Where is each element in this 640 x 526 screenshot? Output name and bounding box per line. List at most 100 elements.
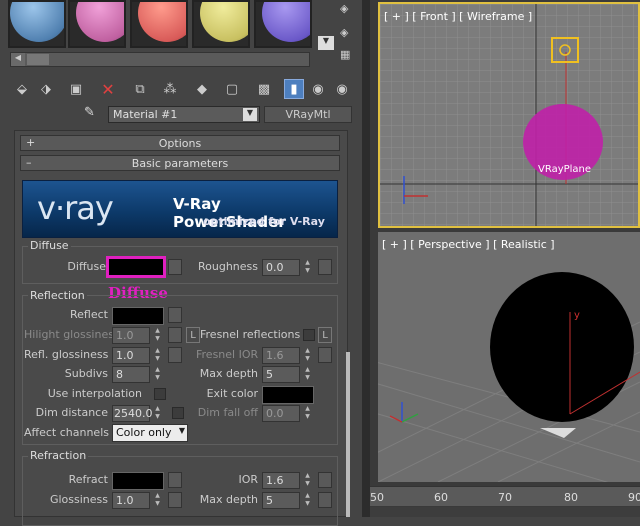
refl-max-depth-label: Max depth (199, 367, 258, 380)
dim-fall-off-spinner[interactable]: ▲ ▼ (302, 405, 313, 422)
rollout-collapse-sign: – (26, 156, 32, 169)
refl-max-depth-spinner[interactable]: ▲ ▼ (302, 366, 313, 383)
refract-map-button[interactable] (168, 472, 182, 488)
go-forward-icon[interactable]: ◉ (332, 79, 352, 99)
refl-glossiness-spinner[interactable]: ▲ ▼ (152, 347, 163, 364)
perspective-viewport[interactable]: [ + ] [ Perspective ] [ Realistic ] y (378, 232, 640, 482)
dim-fall-off-label: Dim fall off (197, 406, 258, 419)
ior-map-button[interactable] (318, 472, 332, 488)
slot-dropdown-button[interactable]: ▼ (318, 36, 334, 50)
material-slot-3[interactable] (130, 0, 188, 48)
dim-distance-checkbox[interactable] (172, 407, 184, 419)
ior-label: IOR (238, 473, 258, 486)
roughness-input[interactable]: 0.0 (262, 259, 300, 276)
dim-distance-spinner[interactable]: ▲ ▼ (152, 405, 163, 422)
ior-spinner[interactable]: ▲ ▼ (302, 472, 313, 489)
fresnel-ior-input[interactable]: 1.6 (262, 347, 300, 364)
get-material-icon[interactable]: ⬙ (12, 79, 32, 99)
vray-logo: v·ray (37, 189, 114, 227)
refl-glossiness-map-button[interactable] (168, 347, 182, 363)
fresnel-ior-map-button[interactable] (318, 347, 332, 363)
backlight-icon[interactable]: ◈ (340, 26, 354, 40)
roughness-spinner[interactable]: ▲ ▼ (302, 259, 313, 276)
scroll-left-button[interactable]: ◀ (11, 53, 25, 66)
reflect-map-button[interactable] (168, 307, 182, 323)
material-sphere (76, 2, 124, 42)
material-name-dropdown-icon[interactable]: ▼ (243, 108, 257, 121)
banner-subtitle: optimized for V-Ray (203, 215, 325, 228)
show-map-icon[interactable]: ▩ (254, 79, 274, 99)
reflect-color-swatch[interactable] (112, 307, 164, 325)
scrollbar-thumb[interactable] (27, 54, 49, 65)
hilight-glossiness-spinner[interactable]: ▲ ▼ (152, 327, 163, 344)
refr-max-depth-spinner[interactable]: ▲ ▼ (302, 492, 313, 509)
dim-distance-label: Dim distance (35, 406, 108, 419)
rollout-basic-parameters[interactable]: – Basic parameters (20, 155, 340, 171)
front-viewport-label[interactable]: [ + ] [ Front ] [ Wireframe ] (384, 10, 532, 23)
material-slot-2[interactable] (68, 0, 126, 48)
put-to-library-icon[interactable]: ◆ (192, 79, 212, 99)
go-to-parent-icon[interactable]: ◉ (308, 79, 328, 99)
hilight-map-button[interactable] (168, 327, 182, 343)
show-end-result-icon[interactable]: ▮ (284, 79, 304, 99)
fresnel-reflections-checkbox[interactable] (303, 329, 315, 341)
rollout-options-label: Options (158, 136, 202, 150)
roughness-map-button[interactable] (318, 259, 332, 275)
material-slot-5[interactable] (254, 0, 312, 48)
material-type-button[interactable]: VRayMtl (264, 106, 352, 123)
fresnel-lock-button[interactable]: L (318, 327, 332, 343)
copy-material-icon[interactable]: ⧉ (130, 79, 150, 99)
material-slot-1[interactable] (8, 0, 66, 48)
roughness-label: Roughness (197, 260, 258, 273)
hilight-glossiness-input[interactable]: 1.0 (112, 327, 150, 344)
refr-max-depth-map-button[interactable] (318, 492, 332, 508)
diffuse-map-button[interactable] (168, 259, 182, 275)
put-to-scene-icon[interactable]: ⬗ (36, 79, 56, 99)
refract-color-swatch[interactable] (112, 472, 164, 490)
ior-input[interactable]: 1.6 (262, 472, 300, 489)
timeline-ruler[interactable]: 50 60 70 80 90 (370, 486, 640, 506)
perspective-viewport-label[interactable]: [ + ] [ Perspective ] [ Realistic ] (382, 238, 555, 251)
refl-glossiness-label: Refl. glossiness (24, 348, 109, 361)
subdivs-spinner[interactable]: ▲ ▼ (152, 366, 163, 383)
refr-glossiness-map-button[interactable] (168, 492, 182, 508)
diffuse-color-swatch[interactable] (106, 256, 166, 278)
vray-banner: v·ray V-Ray PowerShader optimized for V-… (22, 180, 338, 238)
affect-channels-select[interactable]: Color only ▼ (112, 424, 188, 442)
refr-glossiness-input[interactable]: 1.0 (112, 492, 150, 509)
reset-map-icon[interactable]: ✕ (98, 79, 118, 99)
panel-scrollbar[interactable] (346, 352, 350, 517)
front-viewport[interactable]: [ + ] [ Front ] [ Wireframe ] VRayPlane (378, 2, 640, 228)
dim-fall-off-input[interactable]: 0.0 (262, 405, 300, 422)
exit-color-swatch[interactable] (262, 386, 314, 404)
refl-glossiness-input[interactable]: 1.0 (112, 347, 150, 364)
fresnel-ior-spinner[interactable]: ▲ ▼ (302, 347, 313, 364)
dim-distance-input[interactable]: 2540.0 (112, 405, 153, 422)
timeline-tick: 60 (434, 491, 448, 504)
refl-max-depth-input[interactable]: 5 (262, 366, 300, 383)
refraction-group (22, 456, 338, 526)
hilight-lock-button[interactable]: L (186, 327, 200, 343)
refract-label: Refract (68, 473, 108, 486)
use-interpolation-checkbox[interactable] (154, 388, 166, 400)
panel-divider[interactable] (362, 0, 370, 517)
rollout-options[interactable]: + Options (20, 135, 340, 151)
refr-max-depth-label: Max depth (199, 493, 258, 506)
timeline-tick: 50 (370, 491, 384, 504)
refr-glossiness-spinner[interactable]: ▲ ▼ (152, 492, 163, 509)
viewports-area: [ + ] [ Front ] [ Wireframe ] VRayPlane (370, 0, 640, 517)
material-id-icon[interactable]: ▢ (222, 79, 242, 99)
sample-type-icon[interactable]: ◈ (340, 2, 354, 16)
background-icon[interactable]: ▦ (340, 48, 354, 62)
rollout-expand-sign: + (26, 136, 36, 149)
material-name-field[interactable]: Material #1 ▼ (108, 106, 260, 123)
make-unique-icon[interactable]: ⁂ (160, 79, 180, 99)
slot-scrollbar[interactable]: ◀ (10, 52, 310, 67)
exit-color-label: Exit color (206, 387, 258, 400)
eyedropper-icon[interactable]: ✎ (84, 105, 102, 123)
subdivs-input[interactable]: 8 (112, 366, 150, 383)
material-slot-4[interactable] (192, 0, 250, 48)
refr-max-depth-input[interactable]: 5 (262, 492, 300, 509)
perspective-grid (378, 232, 640, 482)
assign-to-selection-icon[interactable]: ▣ (66, 79, 86, 99)
